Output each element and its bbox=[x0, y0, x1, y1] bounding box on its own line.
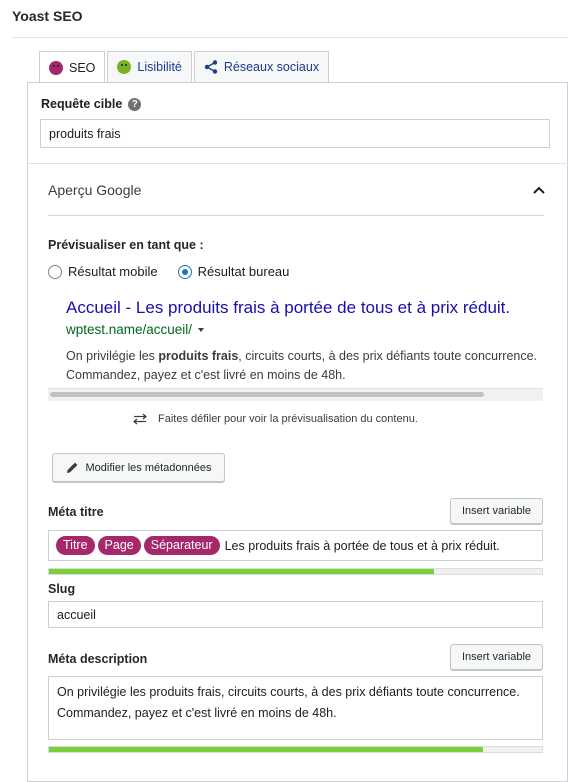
tab-readability[interactable]: Lisibilité bbox=[107, 51, 192, 82]
readability-good-icon bbox=[117, 60, 132, 74]
meta-title-label: Méta titre bbox=[48, 505, 104, 519]
focus-keyphrase-label-text: Requête cible bbox=[41, 97, 123, 111]
seo-score-bad-icon bbox=[49, 60, 63, 75]
chevron-up-icon[interactable] bbox=[532, 184, 546, 196]
edit-snippet-button[interactable]: Modifier les métadonnées bbox=[52, 453, 225, 482]
tab-social-label: Réseaux sociaux bbox=[223, 60, 320, 74]
tab-seo[interactable]: SEO bbox=[39, 51, 106, 83]
serp-title: Accueil - Les produits frais à portée de… bbox=[66, 298, 511, 317]
focus-keyphrase-input[interactable]: produits frais bbox=[40, 119, 550, 148]
google-preview-header[interactable]: Aperçu Google bbox=[48, 182, 141, 198]
preview-scrollbar-thumb[interactable] bbox=[50, 392, 484, 397]
slug-label: Slug bbox=[48, 582, 76, 596]
share-icon bbox=[204, 60, 218, 74]
meta-title-text: Les produits frais à portée de tous et à… bbox=[224, 538, 500, 553]
tab-readability-label: Lisibilité bbox=[137, 60, 182, 74]
edit-snippet-label: Modifier les métadonnées bbox=[85, 461, 212, 474]
meta-title-progress bbox=[48, 568, 543, 575]
meta-description-progress bbox=[48, 746, 543, 753]
meta-description-progress-fill bbox=[49, 747, 483, 752]
insert-variable-title-button[interactable]: Insert variable bbox=[450, 498, 543, 524]
slug-input[interactable]: accueil bbox=[48, 601, 543, 628]
serp-desc-before: On privilégie les bbox=[66, 349, 159, 363]
meta-description-label: Méta description bbox=[48, 652, 148, 666]
scroll-hint: Faites défiler pour voir la prévisualisa… bbox=[132, 413, 418, 425]
serp-url-text: wptest.name/accueil/ bbox=[66, 322, 193, 337]
serp-url: wptest.name/accueil/ bbox=[66, 322, 205, 337]
help-icon[interactable]: ? bbox=[128, 97, 142, 111]
meta-title-field[interactable]: Titre Page Séparateur Les produits frais… bbox=[48, 530, 543, 561]
caret-down-icon bbox=[198, 327, 205, 332]
tab-bar: SEO Lisibilité Réseaux sociaux bbox=[39, 51, 330, 83]
variable-pill-title[interactable]: Titre bbox=[56, 536, 95, 555]
mobile-radio-label[interactable]: Résultat mobile bbox=[68, 264, 158, 279]
variable-pill-page[interactable]: Page bbox=[97, 536, 141, 555]
preview-as-label: Prévisualiser en tant que : bbox=[48, 238, 204, 252]
horizontal-arrows-icon bbox=[133, 413, 147, 425]
serp-desc-keyword: produits frais bbox=[158, 349, 239, 363]
header-divider bbox=[12, 37, 568, 38]
pencil-icon bbox=[66, 462, 77, 473]
desktop-radio[interactable] bbox=[177, 264, 192, 279]
tab-social[interactable]: Réseaux sociaux bbox=[193, 51, 330, 82]
meta-title-progress-fill bbox=[49, 569, 434, 574]
desktop-radio-label[interactable]: Résultat bureau bbox=[198, 264, 290, 279]
focus-keyphrase-label: Requête cible ? bbox=[41, 97, 142, 111]
preview-mode-radios: Résultat mobile Résultat bureau bbox=[48, 264, 289, 279]
preview-divider bbox=[48, 215, 544, 216]
app-title: Yoast SEO bbox=[12, 8, 83, 24]
insert-variable-description-button[interactable]: Insert variable bbox=[450, 644, 543, 670]
section-divider bbox=[27, 163, 568, 164]
meta-description-field[interactable]: On privilégie les produits frais, circui… bbox=[48, 676, 543, 740]
variable-pill-separator[interactable]: Séparateur bbox=[143, 536, 220, 555]
tab-seo-label: SEO bbox=[69, 60, 96, 75]
serp-description: On privilégie les produits frais, circui… bbox=[66, 347, 546, 385]
scroll-hint-text: Faites défiler pour voir la prévisualisa… bbox=[158, 413, 418, 425]
mobile-radio[interactable] bbox=[48, 264, 62, 279]
